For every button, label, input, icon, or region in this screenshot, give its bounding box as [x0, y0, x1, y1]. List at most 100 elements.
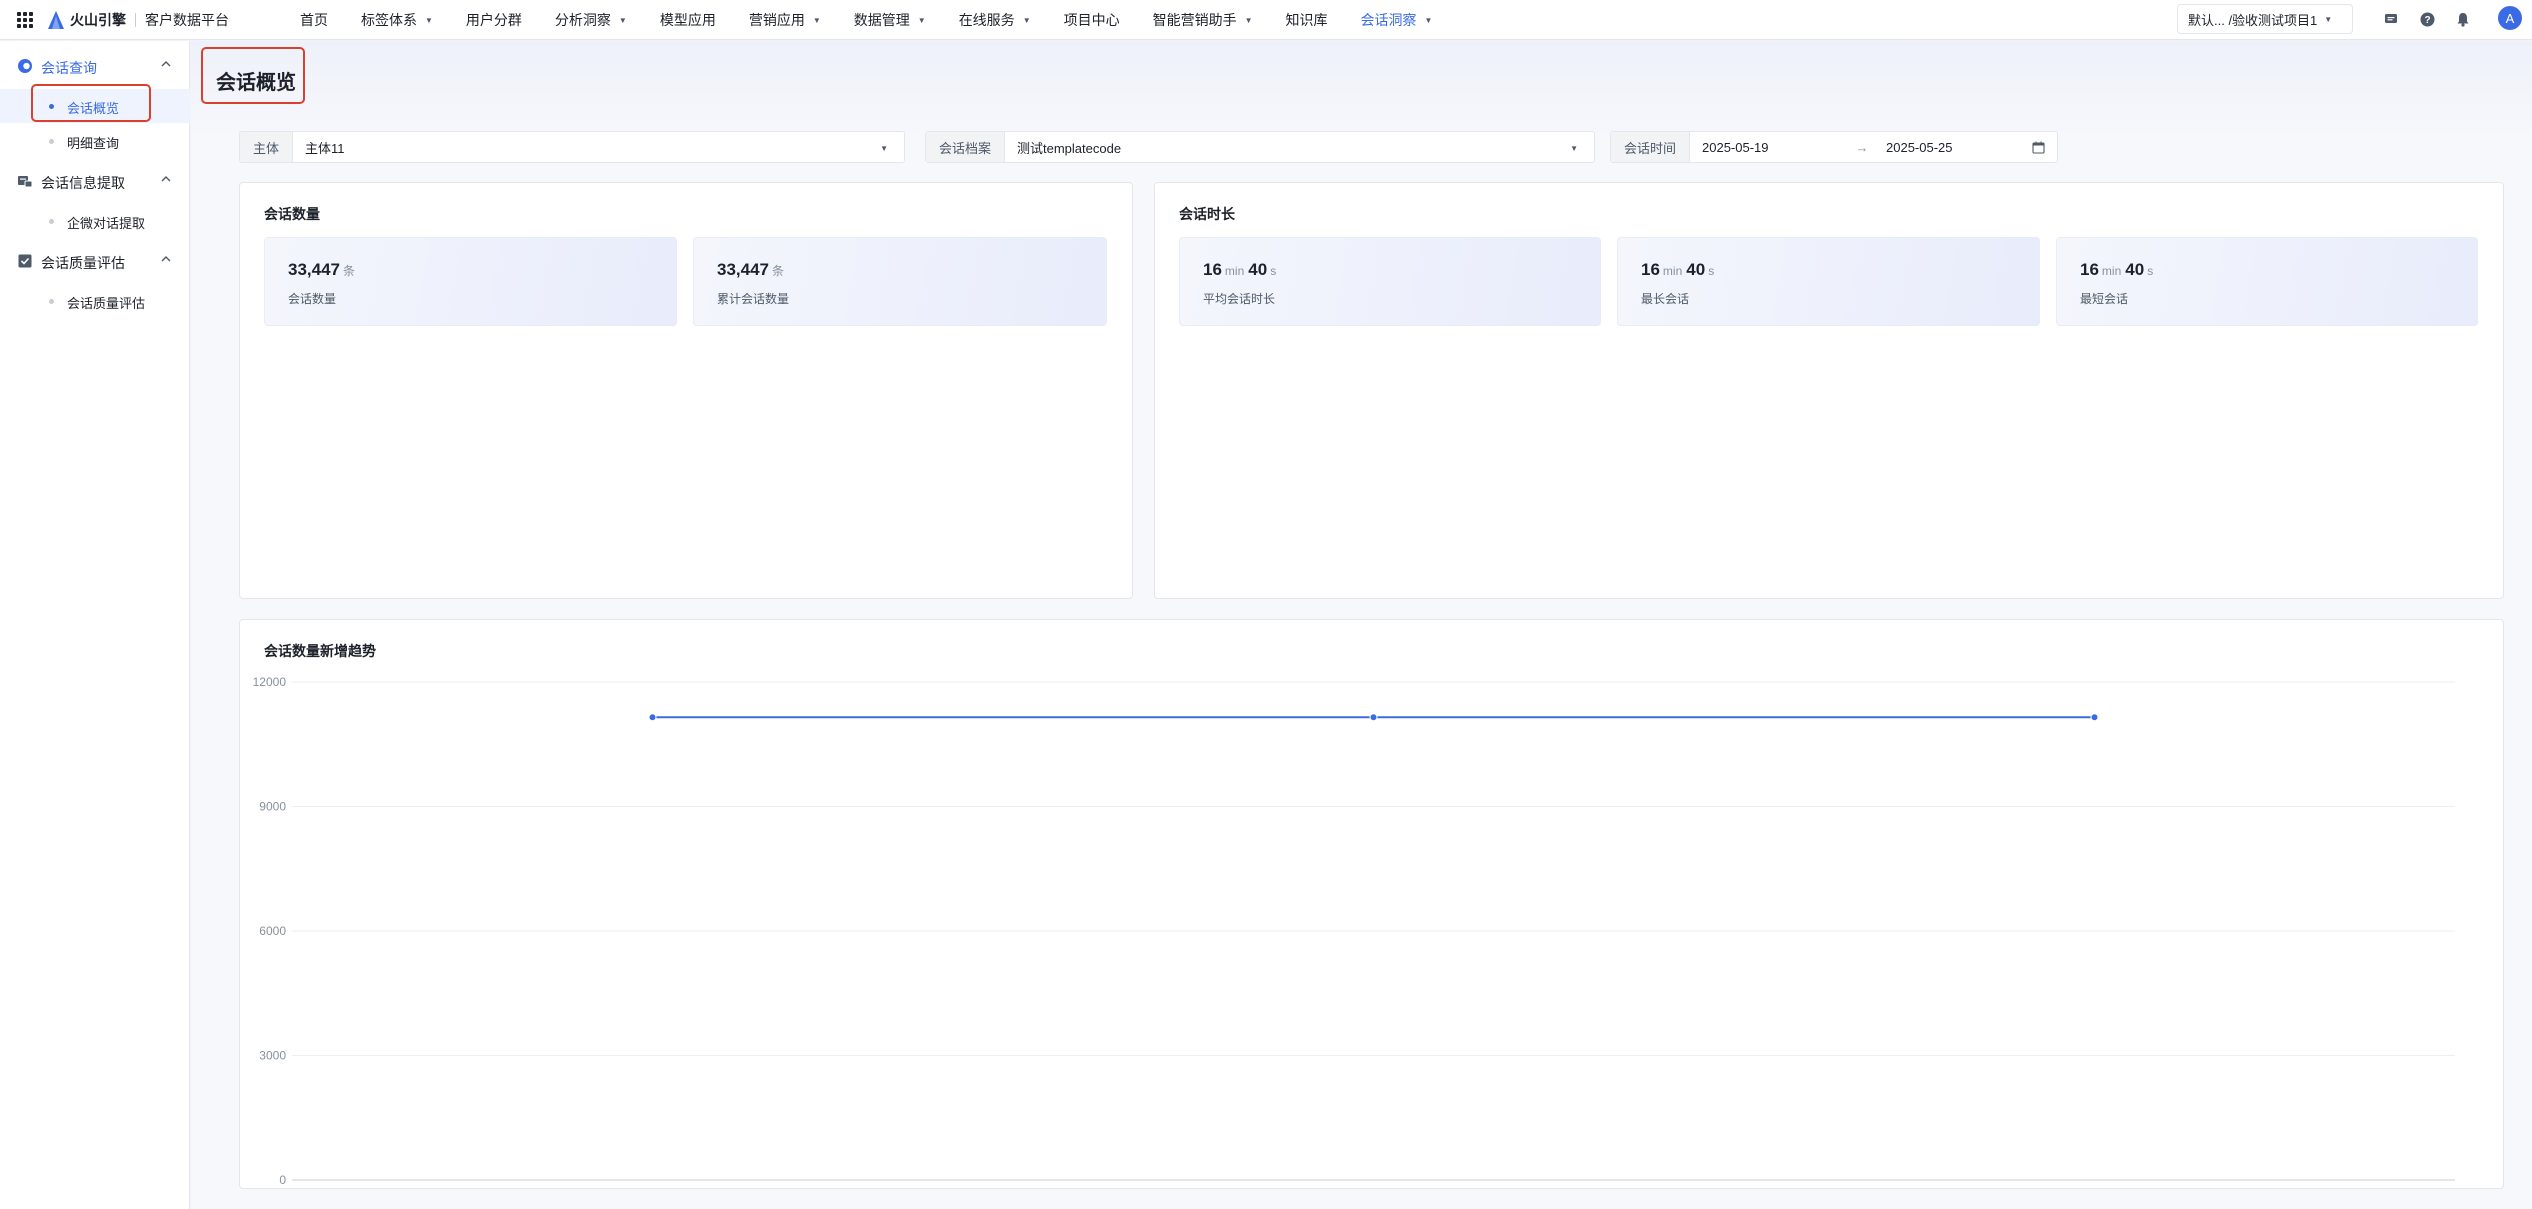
bullet-dot	[49, 219, 54, 224]
caret-down-icon: ▼	[2324, 14, 2333, 24]
menu-item-8[interactable]: 项目中心	[1064, 10, 1120, 30]
stat-label: 会话数量	[288, 292, 337, 306]
menu-item-1[interactable]: 标签体系 ▼	[361, 10, 433, 30]
calendar-icon[interactable]	[2032, 141, 2045, 154]
end-date-input[interactable]: 2025-05-25	[1874, 140, 1953, 155]
stat-seconds: 40	[1686, 260, 1706, 279]
caret-down-icon: ▼	[812, 15, 821, 25]
x-tick-label: 2025-05-20	[1343, 1188, 1405, 1190]
main-menu: 首页 标签体系 ▼ 用户分群 分析洞察 ▼ 模型应用 营销应用 ▼ 数据管理 ▼ 在线服务 ▼ 项目中心 智…	[300, 0, 1465, 40]
project-select[interactable]: 默认... /验收测试项目1 ▼	[2177, 4, 2353, 34]
subject-select-value: 主体11	[305, 140, 345, 156]
sidebar-group-label: 会话信息提取	[41, 175, 125, 191]
caret-down-icon: ▼	[1244, 15, 1253, 25]
project-select-value: 默认... /验收测试项目1	[2188, 12, 2318, 28]
trend-line-chart: 0 3000 6000 9000 12000 2025-05-19 2025-05-20 20…	[253, 675, 2455, 1190]
user-avatar[interactable]: A	[2498, 6, 2522, 30]
menu-item-10[interactable]: 知识库	[1286, 10, 1328, 30]
caret-down-icon: ▼	[880, 144, 888, 153]
y-tick-label: 3000	[259, 1049, 286, 1063]
menu-item-label: 知识库	[1285, 12, 1328, 28]
menu-item-0[interactable]: 首页	[300, 10, 328, 30]
duration-panel: 会话时长 16 min 40 s 平均会话时长 16 min 40 s 最长会话 16 min…	[1154, 182, 2504, 599]
top-navigation: 火山引擎 客户数据平台 首页 标签体系 ▼ 用户分群 分析洞察 ▼ 模型应用 营销应用 ▼ 数据管…	[0, 0, 2532, 40]
stat-minutes: 16	[1203, 260, 1222, 279]
subject-filter[interactable]: 主体 主体11 ▼	[239, 131, 905, 163]
brand-divider	[135, 12, 136, 27]
sidebar-group-quality-eval[interactable]: 会话质量评估	[0, 243, 190, 279]
sidebar-group-chat-query[interactable]: 会话查询	[0, 48, 190, 84]
caret-down-icon: ▼	[1570, 144, 1578, 153]
help-icon[interactable]: ?	[2419, 11, 2435, 27]
menu-item-4[interactable]: 模型应用	[660, 10, 716, 30]
highlight-box-sidebar	[31, 84, 151, 122]
data-point	[1369, 713, 1378, 722]
sidebar-item-quality-eval[interactable]: 会话质量评估	[0, 284, 190, 318]
filter-label: 会话时间	[1611, 132, 1691, 162]
count-panel: 会话数量 33,447 条 会话数量 33,447 条 累计会话数量	[239, 182, 1133, 599]
x-tick-label: 2025-05-19	[622, 1188, 684, 1190]
menu-item-9[interactable]: 智能营销助手 ▼	[1153, 10, 1253, 30]
chat-query-icon	[18, 59, 32, 73]
sidebar-group-label: 会话查询	[41, 60, 97, 76]
stat-card-avg-duration: 16 min 40 s 平均会话时长	[1179, 237, 1601, 326]
menu-item-2[interactable]: 用户分群	[466, 10, 522, 30]
menu-item-3[interactable]: 分析洞察 ▼	[555, 10, 627, 30]
panel-title: 会话数量	[264, 206, 320, 222]
filter-label: 主体	[240, 132, 294, 162]
sidebar-item-label: 企微对话提取	[67, 216, 146, 231]
platform-name: 客户数据平台	[145, 11, 229, 28]
volcengine-logo-icon	[48, 10, 64, 29]
y-tick-label: 9000	[259, 800, 286, 814]
menu-item-11[interactable]: 会话洞察 ▼	[1361, 10, 1433, 30]
stat-unit: 条	[343, 264, 356, 278]
sidebar-item-wecom-extract[interactable]: 企微对话提取	[0, 204, 190, 238]
main-content: 会话概览 主体 主体11 ▼ 会话档案 测试templatecode ▼ 会话时…	[191, 41, 2532, 1209]
message-icon[interactable]	[2383, 11, 2399, 27]
menu-item-7[interactable]: 在线服务 ▼	[959, 10, 1031, 30]
sidebar-item-detail-query[interactable]: 明细查询	[0, 124, 190, 158]
sidebar-group-info-extract[interactable]: 会话信息提取	[0, 163, 190, 199]
stat-unit: min	[1224, 264, 1245, 278]
archive-select-value: 测试templatecode	[1017, 140, 1122, 156]
start-date-input[interactable]: 2025-05-19	[1690, 140, 1850, 155]
menu-item-label: 智能营销助手	[1152, 12, 1237, 28]
chevron-up-icon	[161, 61, 171, 67]
time-range-filter[interactable]: 会话时间 2025-05-19 → 2025-05-25	[1610, 131, 2058, 163]
chevron-up-icon	[161, 256, 171, 262]
menu-item-label: 在线服务	[958, 12, 1015, 28]
menu-item-label: 数据管理	[853, 12, 910, 28]
menu-item-label: 营销应用	[748, 12, 805, 28]
chevron-up-icon	[161, 176, 171, 182]
y-tick-label: 6000	[259, 924, 286, 938]
notification-bell-icon[interactable]	[2455, 11, 2471, 27]
caret-down-icon: ▼	[917, 15, 926, 25]
stat-label: 最短会话	[2080, 292, 2129, 306]
stat-card-min-duration: 16 min 40 s 最短会话	[2056, 237, 2478, 326]
filter-label: 会话档案	[926, 132, 1006, 162]
stat-label: 平均会话时长	[1203, 292, 1276, 306]
menu-item-label: 分析洞察	[554, 12, 611, 28]
caret-down-icon: ▼	[1022, 15, 1031, 25]
range-arrow: →	[1855, 139, 1869, 155]
stat-unit: s	[2147, 264, 2154, 278]
stat-unit: min	[1662, 264, 1683, 278]
quality-check-icon	[18, 254, 32, 268]
sidebar: 会话查询 会话概览 明细查询 会话信息提取 企微对话提取 会话质量评估 会话质量…	[0, 41, 190, 1209]
stat-unit: 条	[772, 264, 785, 278]
trend-chart-panel: 会话数量新增趋势 0300060009000120002025-05-19202…	[239, 619, 2504, 1190]
menu-item-label: 项目中心	[1063, 12, 1120, 28]
stat-card-total-count: 33,447 条 会话数量	[264, 237, 677, 326]
app-grid-icon[interactable]	[17, 11, 33, 28]
menu-item-5[interactable]: 营销应用 ▼	[749, 10, 821, 30]
menu-item-6[interactable]: 数据管理 ▼	[854, 10, 926, 30]
stat-label: 最长会话	[1641, 292, 1690, 306]
stat-unit: s	[1708, 264, 1715, 278]
stat-seconds: 40	[1248, 260, 1268, 279]
brand-name: 火山引擎	[70, 11, 126, 28]
stat-card-max-duration: 16 min 40 s 最长会话	[1617, 237, 2040, 326]
menu-item-label: 首页	[300, 12, 328, 28]
archive-filter[interactable]: 会话档案 测试templatecode ▼	[925, 131, 1595, 163]
extract-icon	[18, 176, 33, 188]
stat-unit: s	[1270, 264, 1277, 278]
